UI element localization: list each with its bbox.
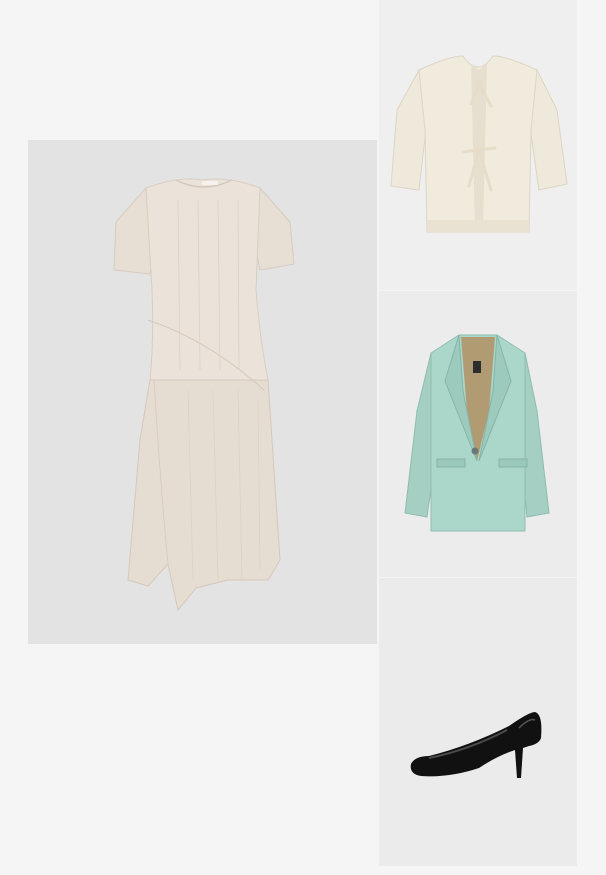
blazer-illustration (404, 334, 550, 532)
heels-illustration (410, 712, 542, 778)
cardigan-image[interactable] (379, 0, 577, 290)
dress-image[interactable] (28, 140, 377, 644)
heels-image[interactable] (379, 578, 577, 866)
outfit-collage: { "collage": { "items": [ { "name": "dre… (0, 0, 606, 875)
blazer-image[interactable] (379, 291, 577, 577)
cardigan-illustration (390, 55, 568, 233)
dress-illustration (113, 178, 295, 612)
